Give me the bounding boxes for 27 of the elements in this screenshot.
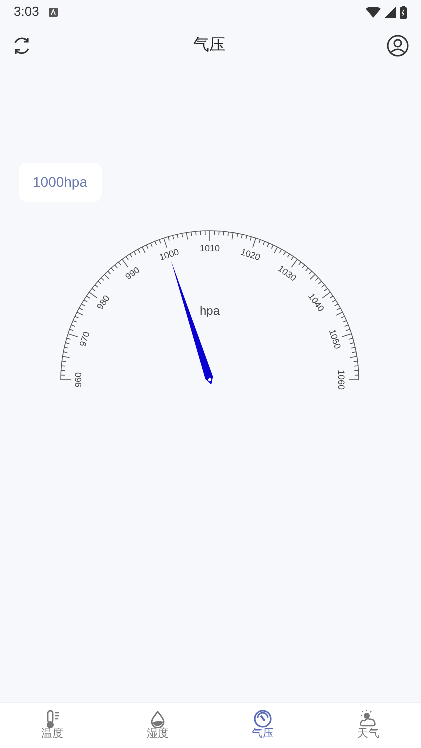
tab-icon: [254, 710, 272, 728]
status-time: 3:03: [14, 3, 40, 22]
tab-icon: [148, 710, 167, 728]
battery-icon: [400, 6, 407, 18]
scale-label: 990: [124, 265, 142, 282]
refresh-icon[interactable]: [12, 36, 32, 56]
page-title: 气压: [194, 36, 226, 56]
signal-icon: [385, 6, 396, 18]
scale-label: 1020: [240, 246, 262, 263]
wifi-icon: [366, 6, 381, 18]
scale-label: 1000: [158, 246, 180, 263]
tab-icon: [359, 710, 378, 728]
scale-label: 1060: [336, 370, 347, 390]
scale-label: 960: [73, 372, 84, 388]
scale-label: 1050: [327, 328, 344, 350]
nav-tab[interactable]: 天气: [357, 728, 380, 741]
scale-label: 970: [78, 330, 92, 348]
nav-tab[interactable]: 温度: [42, 728, 64, 741]
scale-label: 980: [95, 294, 112, 312]
account-icon[interactable]: [387, 35, 409, 57]
unit-label: hpa: [200, 304, 220, 318]
pressure-reading: 1000hpa: [19, 163, 102, 202]
scale-label: 1010: [200, 243, 220, 254]
nav-tab[interactable]: 气压: [252, 728, 274, 741]
notification-icon: [49, 8, 58, 16]
scale-label: 1030: [276, 264, 298, 284]
nav-tab[interactable]: 湿度: [146, 728, 169, 741]
